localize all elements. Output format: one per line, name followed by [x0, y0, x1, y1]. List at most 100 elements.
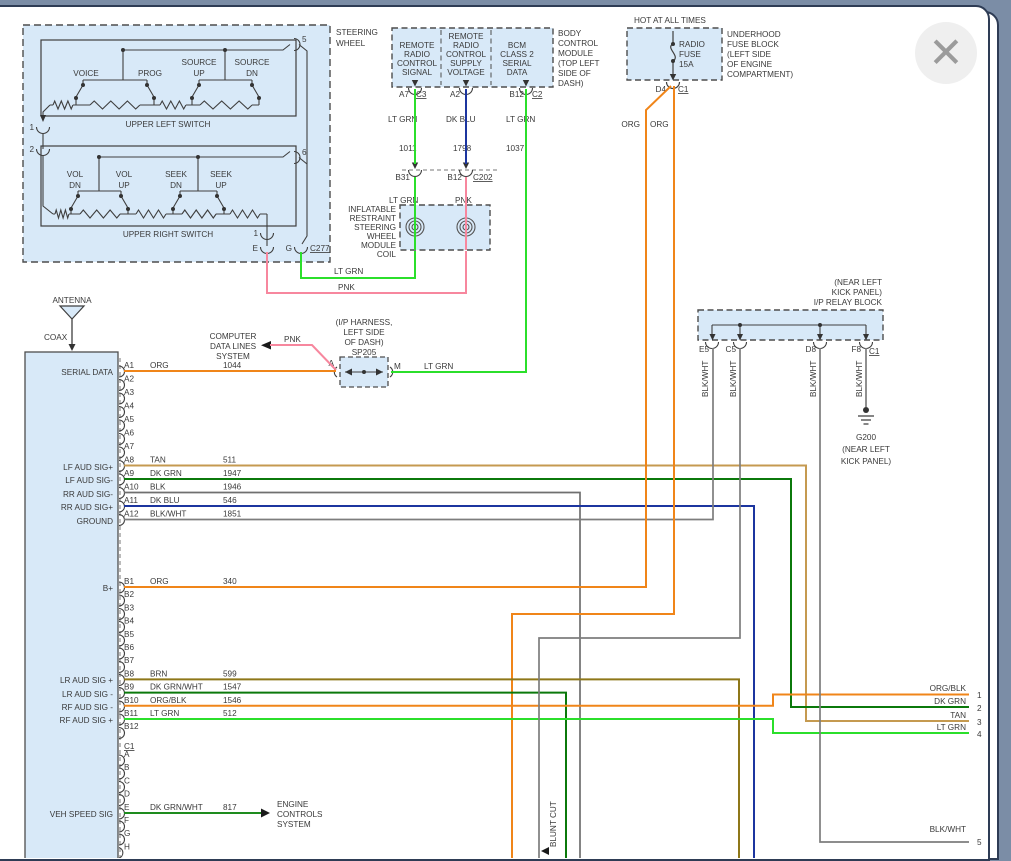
svg-text:DN: DN [170, 181, 182, 190]
relay-wire-label-2: BLK/WHT [729, 361, 738, 397]
edge-color-5: BLK/WHT [930, 825, 966, 834]
svg-text:A4: A4 [124, 402, 134, 411]
signal-ground: GROUND [77, 517, 113, 526]
svg-text:MODULE: MODULE [558, 49, 594, 58]
svg-text:B9: B9 [124, 683, 134, 692]
svg-text:DASH): DASH) [558, 79, 584, 88]
svg-text:WHEEL: WHEEL [336, 39, 366, 48]
svg-text:CONTROLS: CONTROLS [277, 810, 323, 819]
svg-text:C: C [124, 776, 130, 785]
svg-text:WHEEL: WHEEL [367, 232, 397, 241]
svg-text:546: 546 [223, 496, 237, 505]
bcm-location-label: BODY [558, 29, 582, 38]
pin-5: 5 [302, 35, 307, 44]
bcm-pin-b12: B12 [509, 90, 524, 99]
svg-text:B3: B3 [124, 603, 134, 612]
svg-text:BLK: BLK [150, 483, 166, 492]
bcm-pin-a7: A7 [399, 90, 409, 99]
signal-veh-speed: VEH SPEED SIG [50, 810, 113, 819]
computer-data-lines: COMPUTER DATA LINES SYSTEM PNK [210, 332, 302, 361]
ground-g200: G200 (NEAR LEFT KICK PANEL) [841, 407, 892, 466]
svg-text:BLK/WHT: BLK/WHT [150, 510, 186, 519]
svg-text:1044: 1044 [223, 361, 242, 370]
fuse-conn-c1: C1 [678, 85, 689, 94]
svg-text:COIL: COIL [377, 250, 397, 259]
svg-text:SIGNAL: SIGNAL [402, 68, 432, 77]
svg-text:A5: A5 [124, 415, 134, 424]
svg-text:FUSE BLOCK: FUSE BLOCK [727, 40, 779, 49]
wire-a11-dkblu-546 [124, 506, 754, 858]
hot-at-all-times-label: HOT AT ALL TIMES [634, 16, 706, 25]
svg-text:RADIO: RADIO [404, 50, 430, 59]
svg-text:DK BLU: DK BLU [150, 496, 180, 505]
svg-text:LT GRN: LT GRN [150, 709, 179, 718]
coil-label: INFLATABLE [348, 205, 396, 214]
svg-text:UP: UP [193, 69, 205, 78]
arrow-left-icon [541, 847, 549, 855]
svg-text:ENGINE: ENGINE [277, 800, 309, 809]
right-edge-pins: ORG/BLK 1 DK GRN 2 TAN 3 LT GRN 4 BLK/WH… [930, 684, 982, 847]
svg-text:1851: 1851 [223, 510, 242, 519]
bcm-channel-signal: REMOTE [399, 41, 435, 50]
splice-name: SP205 [352, 348, 377, 357]
svg-text:UP: UP [118, 181, 130, 190]
svg-text:1947: 1947 [223, 469, 242, 478]
svg-text:1946: 1946 [223, 483, 242, 492]
svg-text:A3: A3 [124, 388, 134, 397]
svg-text:A7: A7 [124, 442, 134, 451]
svg-text:LEFT SIDE: LEFT SIDE [343, 328, 385, 337]
svg-text:I/P RELAY BLOCK: I/P RELAY BLOCK [814, 298, 883, 307]
svg-text:1546: 1546 [223, 696, 242, 705]
button-source-dn: SOURCE [234, 58, 270, 67]
edge-color-1: ORG/BLK [930, 684, 967, 693]
svg-text:COMPARTMENT): COMPARTMENT) [727, 70, 793, 79]
svg-text:COMPUTER: COMPUTER [210, 332, 257, 341]
bcm-module: REMOTE RADIO CONTROL SIGNAL REMOTE RADIO… [388, 28, 600, 153]
coil-module: INFLATABLE RESTRAINT STEERING WHEEL MODU… [348, 205, 490, 259]
wire-a9-dkgrn-1947 [124, 479, 969, 707]
svg-text:OF ENGINE: OF ENGINE [727, 60, 773, 69]
svg-text:ORG/BLK: ORG/BLK [150, 696, 187, 705]
svg-text:A12: A12 [124, 510, 139, 519]
edge-num-5: 5 [977, 838, 982, 847]
wire-a12-blkwht-1851 [124, 348, 713, 520]
svg-text:CONTROL: CONTROL [558, 39, 598, 48]
relay-pin-d8: D8 [806, 345, 817, 354]
svg-text:A10: A10 [124, 483, 139, 492]
svg-text:A: A [124, 750, 130, 759]
blunt-cut-label: BLUNT CUT [541, 801, 558, 855]
wire-color-1011: LT GRN [388, 115, 417, 124]
button-vol-dn: VOL [67, 170, 84, 179]
close-button[interactable]: ✕ [915, 22, 977, 84]
svg-text:BRN: BRN [150, 669, 167, 678]
pin-6: 6 [302, 148, 307, 157]
svg-text:F: F [124, 816, 129, 825]
svg-text:TAN: TAN [150, 456, 166, 465]
svg-text:B: B [124, 763, 130, 772]
fuse-block-label: UNDERHOOD [727, 30, 781, 39]
svg-text:UP: UP [215, 181, 227, 190]
close-icon: ✕ [928, 32, 963, 74]
antenna-label: ANTENNA [52, 296, 92, 305]
button-voice: VOICE [73, 69, 99, 78]
svg-text:RADIO: RADIO [453, 41, 479, 50]
svg-text:G: G [124, 829, 130, 838]
button-seek-up: SEEK [210, 170, 232, 179]
relay-pin-e5: E5 [699, 345, 709, 354]
wire-color-pnk-data: PNK [284, 335, 301, 344]
pin-2: 2 [29, 145, 34, 154]
svg-text:STEERING: STEERING [354, 223, 396, 232]
edge-num-2: 2 [977, 704, 982, 713]
svg-text:RESTRAINT: RESTRAINT [350, 214, 396, 223]
svg-text:D: D [124, 790, 130, 799]
button-prog: PROG [138, 69, 162, 78]
edge-color-3: TAN [950, 711, 966, 720]
ip-relay-block: (NEAR LEFT KICK PANEL) I/P RELAY BLOCK E… [698, 278, 891, 466]
svg-text:ORG: ORG [150, 577, 169, 586]
bcm-pin-a2: A2 [450, 90, 460, 99]
svg-text:(NEAR LEFT: (NEAR LEFT [842, 445, 890, 454]
wire-color-ltgrn-steering: LT GRN [334, 267, 363, 276]
arrow-left-icon [261, 341, 271, 350]
svg-text:SERIAL: SERIAL [502, 59, 532, 68]
antenna-icon [60, 306, 84, 319]
